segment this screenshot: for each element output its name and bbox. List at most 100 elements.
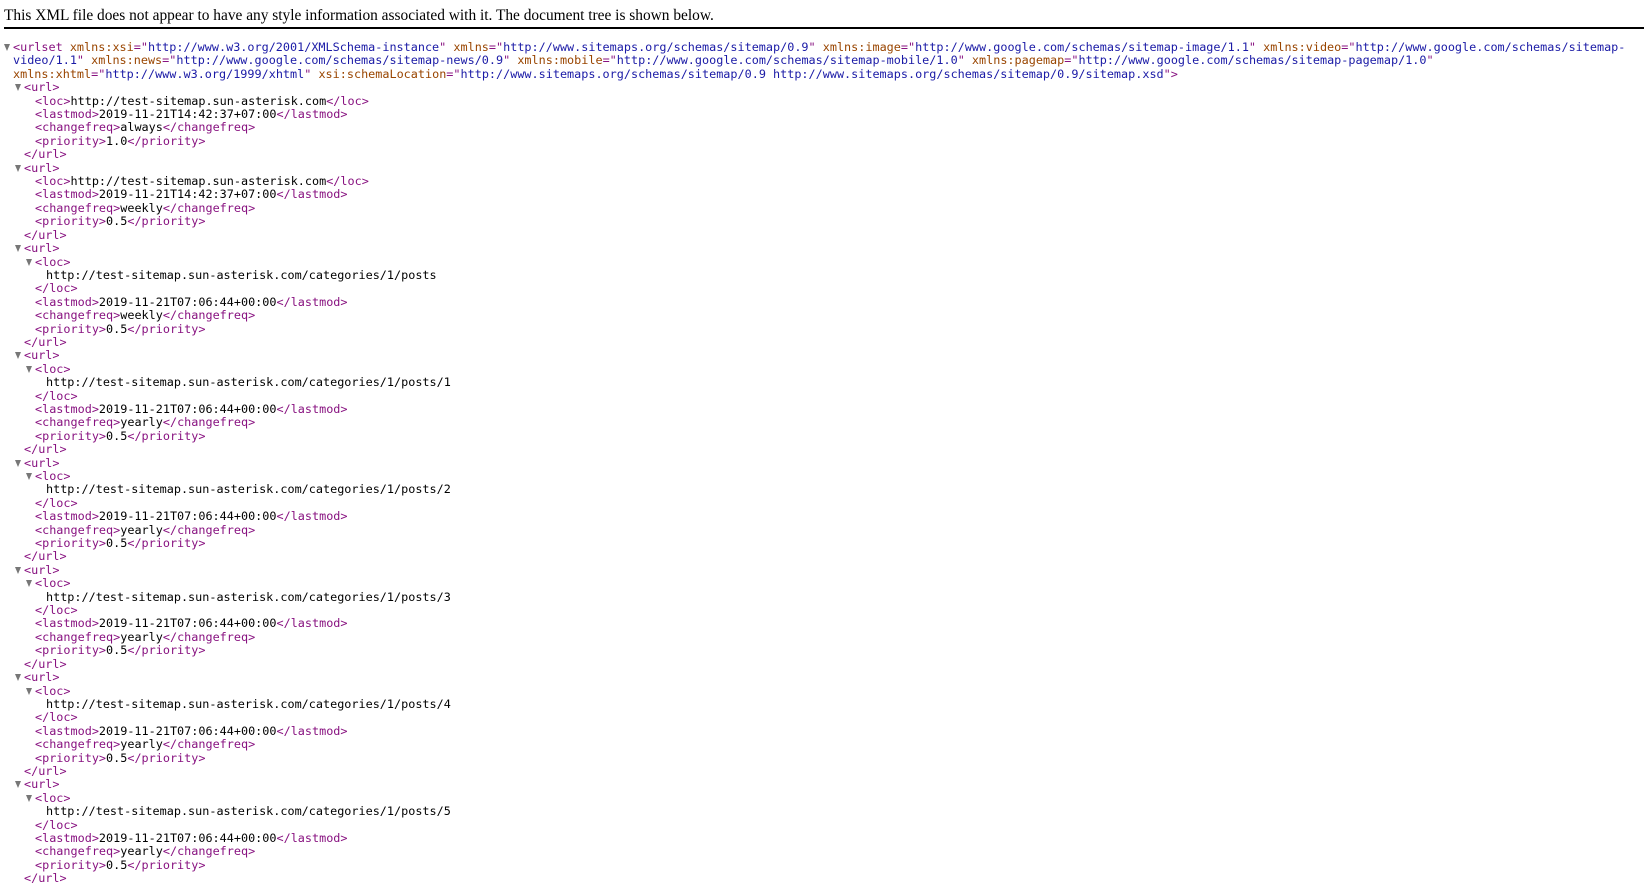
loc-value: http://test-sitemap.sun-asterisk.com/cat… xyxy=(46,696,451,711)
loc-value-line: http://test-sitemap.sun-asterisk.com/cat… xyxy=(0,375,1650,389)
lastmod-line: <lastmod>2019-11-21T14:42:37+07:00</last… xyxy=(0,188,1650,201)
url-open-line: <url> xyxy=(0,456,1650,470)
collapse-triangle-icon[interactable] xyxy=(26,687,32,695)
url-open-tag: <url> xyxy=(24,562,60,577)
url-open-tag: <url> xyxy=(24,241,60,256)
loc-value: http://test-sitemap.sun-asterisk.com xyxy=(70,174,327,189)
changefreq-line: <changefreq>yearly</changefreq> xyxy=(0,416,1650,429)
url-close-line: </url> xyxy=(0,657,1650,671)
priority-line: <priority>0.5</priority> xyxy=(0,644,1650,657)
lastmod-line: <lastmod>2019-11-21T07:06:44+00:00</last… xyxy=(0,294,1650,309)
collapse-triangle-icon[interactable] xyxy=(26,365,32,373)
loc-open-tag: <loc> xyxy=(35,683,71,698)
priority-value: 0.5 xyxy=(106,750,128,765)
url-open-line: <url> xyxy=(0,161,1650,175)
xml-attribute-value: http://www.sitemaps.org/schemas/sitemap/… xyxy=(460,66,1164,81)
changefreq-value: yearly xyxy=(120,737,163,752)
loc-open-line: <loc> xyxy=(0,362,1650,376)
collapse-triangle-icon[interactable] xyxy=(26,794,32,802)
changefreq-close-tag: </changefreq> xyxy=(162,200,256,215)
changefreq-close-tag: </changefreq> xyxy=(162,629,256,644)
collapse-triangle-icon[interactable] xyxy=(15,84,21,92)
changefreq-value: yearly xyxy=(120,415,163,430)
xml-attribute-value: http://www.google.com/schemas/sitemap-im… xyxy=(915,40,1249,54)
priority-open-tag: <priority> xyxy=(35,133,107,148)
collapse-triangle-icon[interactable] xyxy=(26,258,32,266)
lastmod-value: 2019-11-21T07:06:44+00:00 xyxy=(98,294,277,309)
loc-open-line: <loc> xyxy=(0,469,1650,483)
collapse-triangle-icon[interactable] xyxy=(15,674,21,682)
xml-attribute-value: http://www.google.com/schemas/sitemap- xyxy=(1355,40,1626,54)
changefreq-close-tag: </changefreq> xyxy=(162,308,256,323)
priority-open-tag: <priority> xyxy=(35,428,107,443)
url-open-line: <url> xyxy=(0,562,1650,577)
xml-attribute-name: xmlns:xhtml xyxy=(13,66,92,81)
changefreq-open-tag: <changefreq> xyxy=(35,844,121,859)
url-open-line: <url> xyxy=(0,778,1650,791)
lastmod-line: <lastmod>2019-11-21T07:06:44+00:00</last… xyxy=(0,723,1650,738)
priority-close-tag: </priority> xyxy=(127,214,206,229)
loc-line: <loc>http://test-sitemap.sun-asterisk.co… xyxy=(0,174,1650,189)
priority-value: 0.5 xyxy=(106,857,128,872)
xml-tag: " xyxy=(439,40,454,54)
urlset-open-tag-line: xmlns:xhtml =" http://www.w3.org/1999/xhtm… xyxy=(0,66,1650,81)
url-open-line: <url> xyxy=(0,670,1650,684)
loc-close-tag: </loc> xyxy=(35,495,78,510)
collapse-triangle-icon[interactable] xyxy=(4,44,10,51)
changefreq-open-tag: <changefreq> xyxy=(35,737,121,752)
loc-open-line: <loc> xyxy=(0,791,1650,805)
collapse-triangle-icon[interactable] xyxy=(26,473,32,480)
changefreq-close-tag: </changefreq> xyxy=(162,415,256,430)
collapse-triangle-icon[interactable] xyxy=(15,245,21,253)
priority-value: 0.5 xyxy=(106,643,128,658)
loc-open-tag: <loc> xyxy=(35,469,71,483)
loc-open-line: <loc> xyxy=(0,683,1650,698)
loc-value: http://test-sitemap.sun-asterisk.com/cat… xyxy=(46,589,451,604)
priority-line: <priority>1.0</priority> xyxy=(0,133,1650,148)
xml-attribute-value: http://www.w3.org/1999/xhtml xyxy=(105,66,305,81)
xml-attribute-name: xmlns:image xyxy=(822,40,901,54)
collapse-triangle-icon[interactable] xyxy=(15,459,21,467)
lastmod-open-tag: <lastmod> xyxy=(35,723,99,738)
urlset-open-tag-line: <urlset xmlns:xsi="http://www.w3.org/200… xyxy=(0,40,1650,54)
loc-close-line: </loc> xyxy=(0,495,1650,510)
xml-tag: " xyxy=(1248,40,1264,54)
loc-open-tag: <loc> xyxy=(35,576,71,591)
xml-info-header: This XML file does not appear to have an… xyxy=(4,6,1644,29)
xml-tag: =" xyxy=(1064,53,1079,68)
xml-tag: =" xyxy=(446,66,461,81)
collapse-triangle-icon[interactable] xyxy=(26,580,32,588)
lastmod-close-tag: </lastmod> xyxy=(276,723,348,738)
url-close-line: </url> xyxy=(0,550,1650,563)
lastmod-open-tag: <lastmod> xyxy=(35,509,99,524)
changefreq-close-tag: </changefreq> xyxy=(162,844,256,859)
collapse-triangle-icon[interactable] xyxy=(15,164,21,172)
xml-tag: " xyxy=(808,40,823,54)
lastmod-line: <lastmod>2019-11-21T14:42:37+07:00</last… xyxy=(0,107,1650,121)
xml-attribute-value: http://www.google.com/schemas/sitemap-mo… xyxy=(616,53,958,68)
collapse-triangle-icon[interactable] xyxy=(15,352,21,360)
changefreq-line: <changefreq>weekly</changefreq> xyxy=(0,200,1650,215)
collapse-triangle-icon[interactable] xyxy=(15,566,21,574)
xml-attribute-name: xmlns:video xyxy=(1263,40,1342,54)
priority-close-tag: </priority> xyxy=(127,428,206,443)
url-open-tag: <url> xyxy=(24,777,60,792)
url-close-tag: </url> xyxy=(24,334,67,349)
lastmod-open-tag: <lastmod> xyxy=(35,401,99,416)
xml-attribute-value: http://www.w3.org/2001/XMLSchema-instanc… xyxy=(147,40,440,54)
priority-line: <priority>0.5</priority> xyxy=(0,215,1650,228)
xml-tag: "> xyxy=(1163,66,1178,81)
lastmod-value: 2019-11-21T07:06:44+00:00 xyxy=(98,616,277,631)
changefreq-line: <changefreq>yearly</changefreq> xyxy=(0,737,1650,752)
loc-open-tag: <loc> xyxy=(35,254,71,269)
collapse-triangle-icon[interactable] xyxy=(15,781,21,789)
url-close-tag: </url> xyxy=(24,549,67,564)
url-open-line: <url> xyxy=(0,349,1650,362)
lastmod-line: <lastmod>2019-11-21T07:06:44+00:00</last… xyxy=(0,510,1650,523)
url-open-tag: <url> xyxy=(24,348,60,363)
loc-open-tag: <loc> xyxy=(35,93,71,108)
loc-value-line: http://test-sitemap.sun-asterisk.com/cat… xyxy=(0,804,1650,818)
xml-tag: =" xyxy=(602,53,617,68)
xml-attribute-value: http://www.sitemaps.org/schemas/sitemap/… xyxy=(503,40,809,54)
xml-tag: " xyxy=(304,66,319,81)
